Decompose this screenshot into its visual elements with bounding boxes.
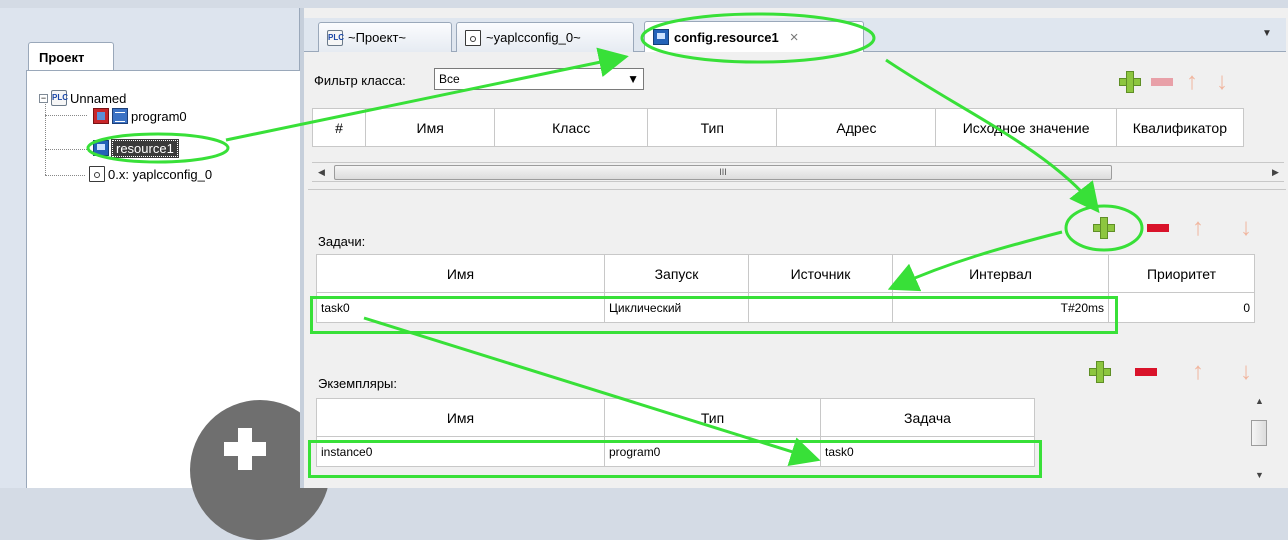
- tab-config-resource1[interactable]: config.resource1 ×: [644, 21, 864, 52]
- instance-name-cell[interactable]: instance0: [316, 436, 605, 467]
- column-header[interactable]: Класс: [494, 108, 649, 147]
- tree-item-label: 0.x: yaplcconfig_0: [108, 166, 213, 182]
- tab-yaplcconfig[interactable]: ~yaplcconfig_0~: [456, 22, 634, 52]
- table-header-row: Имя Тип Задача: [316, 398, 1035, 437]
- add-instance-button[interactable]: [1088, 360, 1112, 384]
- task-source-cell[interactable]: [748, 292, 893, 323]
- column-header[interactable]: Интервал: [892, 254, 1109, 293]
- instances-label: Экземпляры:: [318, 376, 398, 391]
- add-task-button[interactable]: [1092, 216, 1116, 240]
- table-row[interactable]: instance0 program0 task0: [316, 436, 1035, 467]
- tree-guide: [45, 175, 85, 176]
- tree-item-label: Unnamed: [70, 90, 127, 106]
- move-up-task-button[interactable]: ↑: [1186, 216, 1210, 240]
- scrollbar-thumb[interactable]: III: [334, 165, 1112, 180]
- move-down-variable-button[interactable]: ↓: [1210, 70, 1234, 94]
- tree-item-program0[interactable]: program0: [93, 107, 187, 125]
- fbd-icon: [112, 108, 128, 124]
- config-icon: [465, 29, 481, 46]
- class-filter-select[interactable]: Все ▼: [434, 68, 644, 90]
- filter-value: Все: [439, 72, 460, 86]
- scrollbar-thumb[interactable]: [1251, 420, 1267, 446]
- scroll-up-icon[interactable]: ▲: [1255, 396, 1264, 406]
- variables-table: # Имя Класс Тип Адрес Исходное значение …: [311, 108, 1245, 147]
- column-header[interactable]: Квалификатор: [1115, 108, 1245, 147]
- column-header[interactable]: Запуск: [604, 254, 749, 293]
- column-header[interactable]: Исходное значение: [935, 108, 1117, 147]
- table-header-row: Имя Запуск Источник Интервал Приоритет: [316, 254, 1255, 293]
- table-row[interactable]: task0 Циклический T#20ms 0: [316, 292, 1255, 323]
- column-header[interactable]: Имя: [316, 398, 605, 437]
- tree-item-label: resource1: [111, 138, 179, 158]
- move-up-variable-button[interactable]: ↑: [1180, 70, 1204, 94]
- tree-guide: [45, 101, 46, 175]
- variables-horizontal-scrollbar[interactable]: ◀ III ▶: [312, 162, 1284, 182]
- move-down-instance-button[interactable]: ↓: [1234, 360, 1258, 384]
- column-header[interactable]: #: [311, 108, 367, 147]
- tab-label: ~yaplcconfig_0~: [486, 30, 581, 45]
- filter-label: Фильтр класса:: [314, 73, 406, 88]
- resource-icon: [93, 140, 109, 156]
- instances-vertical-scrollbar[interactable]: ▲ ▼: [1248, 392, 1270, 484]
- tree-item-resource1[interactable]: resource1: [93, 138, 179, 158]
- tasks-table: Имя Запуск Источник Интервал Приоритет t…: [316, 254, 1255, 323]
- close-icon[interactable]: ×: [790, 29, 799, 46]
- resource-icon: [653, 29, 669, 45]
- scroll-right-icon[interactable]: ▶: [1272, 167, 1279, 178]
- task-interval-cell[interactable]: T#20ms: [892, 292, 1109, 323]
- column-header[interactable]: Имя: [316, 254, 605, 293]
- move-down-task-button[interactable]: ↓: [1234, 216, 1258, 240]
- tree-item-unnamed[interactable]: − PLC Unnamed: [39, 89, 126, 107]
- tree-guide: [45, 115, 87, 116]
- task-trigger-cell[interactable]: Циклический: [604, 292, 749, 323]
- collapse-icon[interactable]: −: [39, 93, 48, 103]
- scroll-down-icon[interactable]: ▼: [1255, 470, 1264, 480]
- tab-project-editor[interactable]: PLC ~Проект~: [318, 22, 452, 52]
- tab-label: config.resource1: [674, 29, 779, 45]
- column-header[interactable]: Имя: [365, 108, 496, 147]
- task-name-cell[interactable]: task0: [316, 292, 605, 323]
- tree-guide: [45, 149, 89, 150]
- instance-type-cell[interactable]: program0: [604, 436, 821, 467]
- table-header-row: # Имя Класс Тип Адрес Исходное значение …: [311, 108, 1245, 147]
- column-header[interactable]: Источник: [748, 254, 893, 293]
- remove-variable-button[interactable]: [1150, 70, 1174, 94]
- instances-table: Имя Тип Задача instance0 program0 task0: [316, 398, 1035, 467]
- move-up-instance-button[interactable]: ↑: [1186, 360, 1210, 384]
- plc-icon: PLC: [327, 29, 344, 46]
- scroll-left-icon[interactable]: ◀: [318, 167, 325, 178]
- column-header[interactable]: Тип: [604, 398, 821, 437]
- task-priority-cell[interactable]: 0: [1108, 292, 1255, 323]
- column-header[interactable]: Приоритет: [1108, 254, 1255, 293]
- remove-task-button[interactable]: [1146, 216, 1170, 240]
- instance-task-cell[interactable]: task0: [820, 436, 1035, 467]
- column-header[interactable]: Адрес: [776, 108, 937, 147]
- tree-item-label: program0: [131, 108, 187, 124]
- plc-icon: PLC: [51, 90, 68, 106]
- tasks-label: Задачи:: [318, 234, 366, 249]
- tab-label: ~Проект~: [348, 30, 407, 45]
- chevron-down-icon: ▼: [627, 72, 639, 86]
- column-header[interactable]: Задача: [820, 398, 1035, 437]
- program-icon: [93, 108, 109, 124]
- tab-list-dropdown-icon[interactable]: ▼: [1262, 28, 1272, 39]
- tree-item-yaplcconfig[interactable]: 0.x: yaplcconfig_0: [89, 165, 212, 183]
- remove-instance-button[interactable]: [1134, 360, 1158, 384]
- config-icon: [89, 166, 105, 182]
- column-header[interactable]: Тип: [647, 108, 778, 147]
- tab-project[interactable]: Проект: [28, 42, 114, 70]
- add-variable-button[interactable]: [1118, 70, 1142, 94]
